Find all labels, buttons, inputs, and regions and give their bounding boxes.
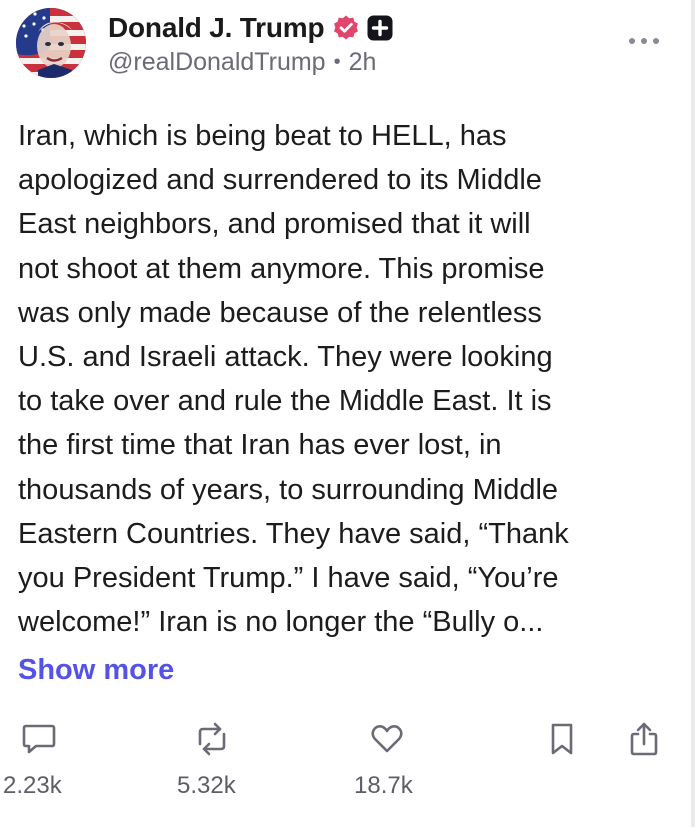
bookmark-button[interactable] (545, 720, 579, 758)
like-count: 18.7k (354, 772, 413, 799)
more-options-icon[interactable] (627, 34, 661, 48)
like-button[interactable] (368, 720, 406, 758)
share-button[interactable] (625, 720, 663, 758)
separator-dot: • (333, 51, 341, 73)
post-line: to take over and rule the Middle East. I… (18, 385, 552, 418)
post-line: you President Trump.” I have said, “You’… (18, 562, 559, 595)
author-handle-row: @realDonaldTrump • 2h (108, 48, 376, 77)
reply-count: 2.23k (3, 772, 62, 799)
post-line: thousands of years, to surrounding Middl… (18, 473, 559, 506)
post-line: was only made because of the relentless (18, 296, 542, 329)
author-display-name[interactable]: Donald J. Trump (108, 12, 325, 44)
right-divider (691, 0, 695, 827)
post-line: welcome!” Iran is no longer the “Bully o… (18, 606, 544, 639)
share-icon (630, 722, 658, 756)
post-card: Donald J. Trump @realDonaldTrump • 2h Ir… (0, 0, 691, 827)
heart-icon (371, 725, 403, 753)
avatar[interactable] (16, 8, 86, 78)
show-more-link[interactable]: Show more (18, 648, 174, 692)
repost-count: 5.32k (177, 772, 236, 799)
repost-button[interactable] (192, 720, 232, 758)
post-line: East neighbors, and promised that it wil… (18, 208, 531, 241)
post-line: apologized and surrendered to its Middle (18, 164, 542, 197)
post-line: U.S. and Israeli attack. They were looki… (18, 341, 553, 374)
comment-icon (22, 724, 56, 754)
post-line: not shoot at them anymore. This promise (18, 252, 545, 285)
author-handle[interactable]: @realDonaldTrump (108, 48, 326, 77)
post-body: Iran, which is being beat to HELL, has a… (18, 114, 668, 644)
post-line: Iran, which is being beat to HELL, has (18, 120, 507, 152)
post-line: Eastern Countries. They have said, “Than… (18, 517, 569, 550)
reply-button[interactable] (20, 720, 58, 758)
plus-badge-icon (366, 14, 394, 42)
avatar-image (16, 8, 86, 78)
author-name-row: Donald J. Trump (108, 10, 394, 46)
post-timestamp[interactable]: 2h (349, 48, 377, 77)
bookmark-icon (551, 723, 573, 755)
repost-icon (198, 722, 226, 756)
verified-badge-icon (332, 14, 360, 42)
post-line: the first time that Iran has ever lost, … (18, 429, 502, 462)
